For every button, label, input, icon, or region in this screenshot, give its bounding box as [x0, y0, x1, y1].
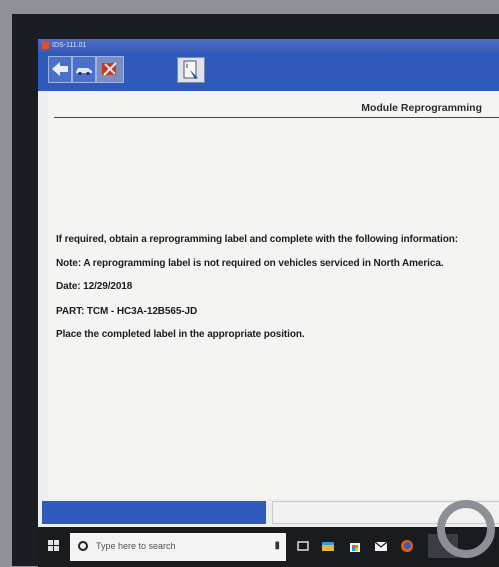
window-titlebar: IDS-111.01	[38, 39, 499, 52]
info-tab-button[interactable]: i	[177, 57, 205, 83]
instruction-line: If required, obtain a reprogramming labe…	[56, 234, 458, 245]
toolbar: i	[38, 52, 499, 91]
back-arrow-icon	[52, 62, 68, 76]
note-line: Note: A reprogramming label is not requi…	[56, 258, 444, 269]
tap-indicator-circle	[437, 500, 495, 558]
windows-taskbar: Type here to search ▮	[38, 527, 499, 567]
info-tab-icon: i	[183, 60, 198, 79]
placement-line: Place the completed label in the appropr…	[56, 329, 305, 340]
status-bar	[42, 501, 266, 524]
svg-text:i: i	[186, 63, 188, 70]
start-button[interactable]	[48, 540, 60, 552]
app-icon	[42, 41, 49, 49]
mail-icon[interactable]	[374, 539, 388, 553]
monitor-bezel: IDS-111.01 i Module Reprogramming If req…	[12, 14, 499, 567]
window-title: IDS-111.01	[52, 42, 87, 49]
firefox-icon[interactable]	[400, 539, 414, 553]
tools-icon	[102, 62, 117, 76]
main-content: Module Reprogramming If required, obtain…	[48, 91, 499, 499]
page-title: Module Reprogramming	[361, 102, 482, 114]
date-line: Date: 12/29/2018	[56, 281, 133, 292]
taskbar-search-box[interactable]: Type here to search ▮	[70, 533, 286, 561]
part-line: PART: TCM - HC3A-12B565-JD	[56, 306, 198, 317]
vehicle-icon	[76, 68, 92, 76]
search-placeholder: Type here to search	[96, 541, 176, 551]
task-view-icon[interactable]	[296, 539, 310, 553]
vehicle-button[interactable]	[72, 56, 96, 83]
tools-button[interactable]	[96, 56, 124, 83]
cortana-icon	[78, 541, 88, 551]
microphone-icon[interactable]: ▮	[274, 540, 280, 551]
title-divider	[54, 117, 499, 118]
back-button[interactable]	[48, 56, 72, 83]
screen: IDS-111.01 i Module Reprogramming If req…	[38, 39, 499, 567]
store-icon[interactable]	[348, 539, 362, 553]
folder-icon[interactable]	[321, 539, 335, 553]
